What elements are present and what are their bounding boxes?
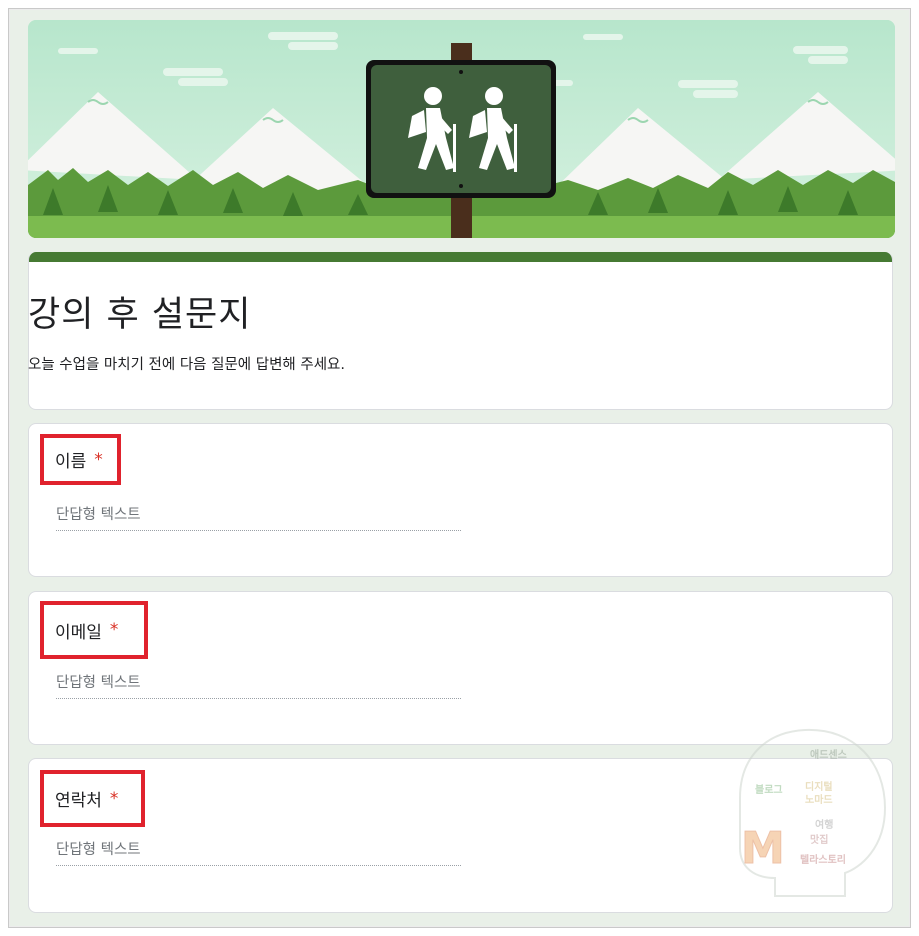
watermark-letter: M	[741, 823, 785, 874]
svg-text:텔라스토리: 텔라스토리	[800, 853, 846, 866]
required-mark: *	[109, 620, 119, 640]
required-mark: *	[109, 788, 119, 809]
question-title: 이메일	[55, 622, 102, 643]
form-description: 오늘 수업을 마치기 전에 다음 질문에 답변해 주세요.	[28, 357, 346, 373]
question-title: 연락처	[55, 791, 102, 811]
svg-text:여행: 여행	[815, 818, 833, 831]
question-label-name: 이름 *	[40, 434, 121, 485]
svg-text:디지털: 디지털	[805, 780, 833, 793]
form-title: 강의 후 설문지	[28, 295, 252, 335]
hiking-banner-illustration	[28, 20, 895, 238]
watermark-logo: M 애드센스 블로그 디지털 노마드 여행 맛집 텔라스토리	[739, 728, 887, 897]
name-answer-input[interactable]: 단답형 텍스트	[56, 503, 461, 531]
question-label-contact: 연락처 *	[40, 770, 145, 827]
question-card-email	[28, 591, 893, 745]
svg-text:노마드: 노마드	[805, 793, 833, 806]
question-card-name	[28, 423, 893, 577]
email-answer-input[interactable]: 단답형 텍스트	[56, 671, 461, 699]
accent-bar	[29, 252, 892, 262]
contact-answer-input[interactable]: 단답형 텍스트	[56, 838, 461, 866]
svg-text:애드센스: 애드센스	[810, 748, 847, 761]
question-title: 이름	[55, 452, 87, 472]
header-banner	[28, 20, 895, 238]
required-mark: *	[94, 449, 103, 470]
svg-text:맛집: 맛집	[810, 833, 828, 846]
svg-text:블로그: 블로그	[755, 784, 783, 796]
question-label-email: 이메일 *	[40, 601, 148, 659]
